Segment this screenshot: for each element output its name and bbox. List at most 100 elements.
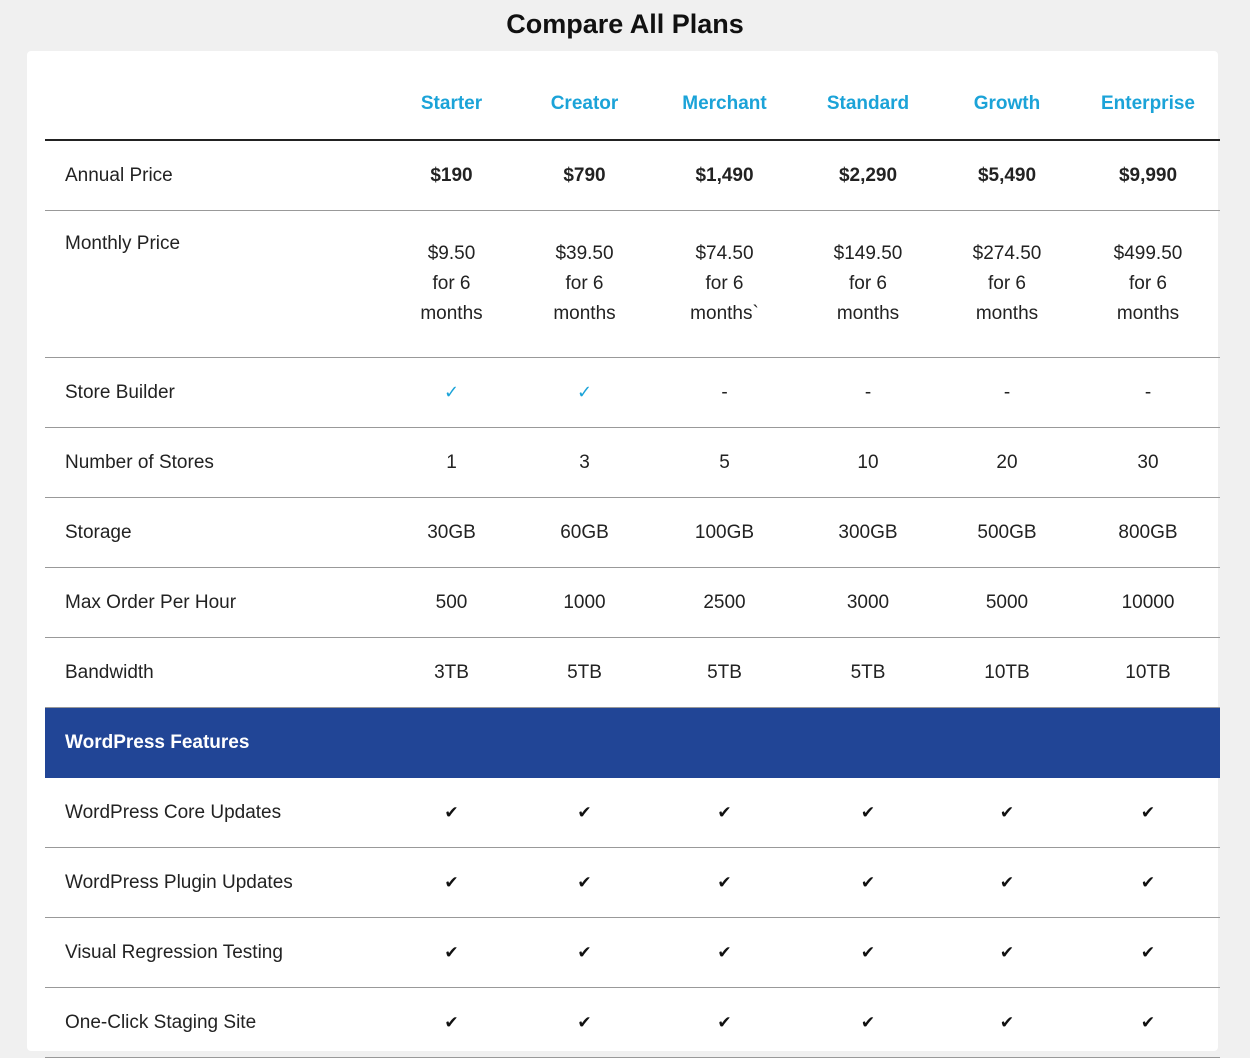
plan-cell: ✔: [651, 917, 798, 988]
table-row: Number of Stores 1 3 5 10 20 30: [45, 427, 1220, 498]
row-label: Store Builder: [45, 357, 385, 428]
empty-header-cell: [45, 69, 385, 141]
plan-cell: ✔: [518, 917, 651, 988]
price-line: months: [975, 303, 1039, 324]
plan-cell: 30: [1076, 427, 1220, 498]
plan-cell: ✔: [518, 987, 651, 1058]
plan-cell: 10000: [1076, 567, 1220, 638]
price-line: $499.50: [1113, 243, 1183, 264]
check-icon: ✔: [1140, 942, 1156, 962]
check-icon: ✔: [1140, 1012, 1156, 1032]
plan-cell: -: [1076, 357, 1220, 428]
check-icon: ✓: [576, 381, 593, 402]
dash-value: -: [1003, 381, 1011, 403]
check-icon: ✔: [577, 1012, 592, 1032]
check-icon: ✔: [577, 942, 592, 962]
plan-cell: 20: [938, 427, 1076, 498]
check-icon: ✔: [444, 942, 459, 962]
plan-cell: 60GB: [518, 497, 651, 568]
table-row: Visual Regression Testing ✔ ✔ ✔ ✔ ✔ ✔: [45, 917, 1220, 988]
plan-cell: $9.50 for 6 months: [385, 210, 518, 358]
check-icon: ✔: [999, 1012, 1015, 1032]
plan-cell: ✔: [798, 847, 938, 918]
plan-cell: 500GB: [938, 497, 1076, 568]
plan-cell: ✔: [798, 917, 938, 988]
plan-cell: 500: [385, 567, 518, 638]
plan-cell: 10TB: [938, 637, 1076, 708]
row-label: Annual Price: [45, 140, 385, 211]
price-line: for 6: [705, 273, 744, 294]
check-icon: ✔: [999, 872, 1015, 892]
check-icon: ✔: [717, 872, 732, 892]
table-row: Storage 30GB 60GB 100GB 300GB 500GB 800GB: [45, 497, 1220, 568]
table-row: Max Order Per Hour 500 1000 2500 3000 5000 100…: [45, 567, 1220, 638]
check-icon: ✔: [1140, 802, 1156, 822]
check-icon: ✔: [860, 942, 876, 962]
page-title: Compare All Plans: [506, 9, 744, 39]
plan-cell: 10TB: [1076, 637, 1220, 708]
plan-cell: ✔: [938, 778, 1076, 848]
price-line: months`: [690, 303, 759, 324]
plan-cell: 3TB: [385, 637, 518, 708]
check-icon: ✔: [717, 942, 732, 962]
table-row: One-Click Staging Site ✔ ✔ ✔ ✔ ✔ ✔: [45, 987, 1220, 1058]
plan-cell: ✔: [518, 847, 651, 918]
plan-cell: ✓: [385, 357, 518, 428]
plan-cell: 100GB: [651, 497, 798, 568]
price-line: $149.50: [833, 243, 903, 264]
plan-cell: $2,290: [798, 140, 938, 211]
plan-cell: $149.50 for 6 months: [798, 210, 938, 358]
plan-cell: ✔: [385, 987, 518, 1058]
plan-header-standard: Standard: [798, 69, 938, 141]
check-icon: ✔: [444, 802, 459, 822]
plan-cell: $790: [518, 140, 651, 211]
plan-cell: -: [938, 357, 1076, 428]
row-label: One-Click Staging Site: [45, 987, 385, 1058]
table-row: Store Builder ✓ ✓ - - - -: [45, 357, 1220, 428]
plan-cell: ✔: [385, 778, 518, 848]
plan-cell: ✔: [798, 987, 938, 1058]
table-row: WordPress Core Updates ✔ ✔ ✔ ✔ ✔ ✔: [45, 778, 1220, 848]
price-line: $9.50: [427, 243, 476, 264]
check-icon: ✔: [999, 942, 1015, 962]
plan-cell: ✔: [798, 778, 938, 848]
plan-cell: ✔: [385, 917, 518, 988]
plan-cell: 5: [651, 427, 798, 498]
row-label: Visual Regression Testing: [45, 917, 385, 988]
plan-cell: ✔: [1076, 778, 1220, 848]
plan-cell: ✔: [385, 847, 518, 918]
price-line: months: [553, 303, 616, 324]
plan-cell: $274.50 for 6 months: [938, 210, 1076, 358]
price-line: $39.50: [555, 243, 614, 264]
plan-cell: ✔: [1076, 987, 1220, 1058]
plan-cell: ✔: [938, 917, 1076, 988]
plan-cell: ✓: [518, 357, 651, 428]
check-icon: ✔: [444, 1012, 459, 1032]
plan-cell: $5,490: [938, 140, 1076, 211]
plan-header-merchant: Merchant: [651, 69, 798, 141]
plan-cell: $39.50 for 6 months: [518, 210, 651, 358]
plan-cell: -: [651, 357, 798, 428]
check-icon: ✔: [717, 802, 732, 822]
dash-value: -: [721, 381, 728, 403]
plan-cell: 5TB: [518, 637, 651, 708]
plan-cell: ✔: [1076, 847, 1220, 918]
row-label: Bandwidth: [45, 637, 385, 708]
plan-cell: 300GB: [798, 497, 938, 568]
table-row: WordPress Plugin Updates ✔ ✔ ✔ ✔ ✔ ✔: [45, 847, 1220, 918]
plan-cell: 2500: [651, 567, 798, 638]
plan-cell: 1: [385, 427, 518, 498]
check-icon: ✓: [443, 381, 460, 402]
check-icon: ✔: [1140, 872, 1156, 892]
row-label: WordPress Plugin Updates: [45, 847, 385, 918]
plan-cell: 1000: [518, 567, 651, 638]
price-line: $74.50: [695, 243, 754, 264]
plan-cell: 5TB: [798, 637, 938, 708]
check-icon: ✔: [717, 1012, 732, 1032]
price-line: for 6: [565, 273, 604, 294]
plan-header-row: Starter Creator Merchant Standard Growth…: [45, 69, 1220, 141]
plan-header-starter: Starter: [385, 69, 518, 141]
plan-cell: $190: [385, 140, 518, 211]
plan-cell: -: [798, 357, 938, 428]
plan-cell: $1,490: [651, 140, 798, 211]
